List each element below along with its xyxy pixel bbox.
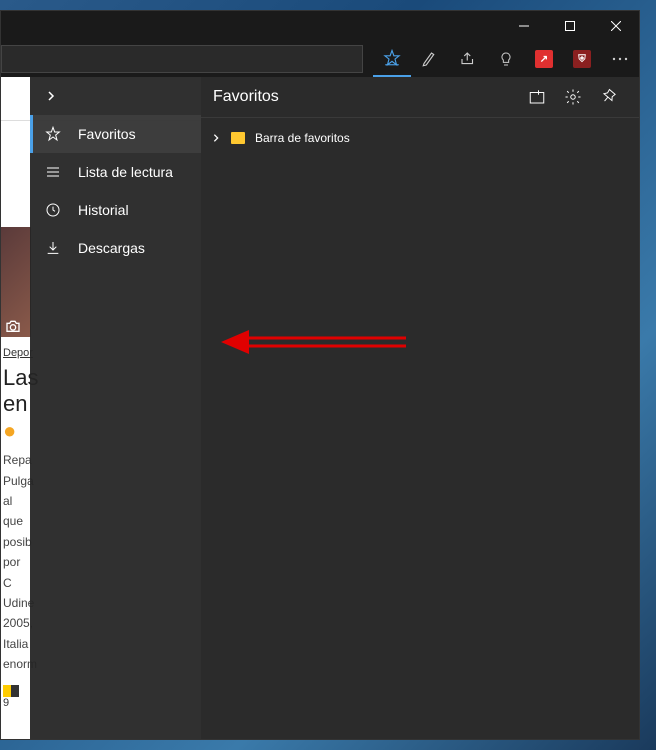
settings-button[interactable] bbox=[555, 79, 591, 115]
share-icon[interactable] bbox=[449, 41, 487, 77]
star-icon bbox=[44, 126, 62, 142]
hub-header: Favoritos bbox=[201, 77, 639, 117]
browser-window: ↗ ⛨ Depor Las en ● bbox=[0, 10, 640, 740]
article-headline: Las en ● bbox=[1, 361, 31, 448]
extension-2-icon[interactable]: ⛨ bbox=[563, 41, 601, 77]
camera-icon bbox=[5, 319, 21, 333]
favorites-bar-folder[interactable]: Barra de favoritos bbox=[201, 124, 639, 152]
folder-label: Barra de favoritos bbox=[255, 131, 350, 145]
sidebar-item-label: Lista de lectura bbox=[78, 164, 173, 180]
download-icon bbox=[44, 240, 62, 256]
hub-sidebar: Favoritos Lista de lectura Historial bbox=[30, 77, 201, 739]
annotation-arrow bbox=[221, 328, 411, 358]
sidebar-item-downloads[interactable]: Descargas bbox=[30, 229, 201, 267]
article-body: Repa Pulga al que posib por C Udine 2005… bbox=[1, 448, 31, 676]
add-folder-button[interactable] bbox=[519, 79, 555, 115]
sidebar-item-label: Favoritos bbox=[78, 126, 136, 142]
hub-main-panel: Favoritos Barra de favoritos bbox=[201, 77, 639, 739]
address-bar[interactable] bbox=[1, 45, 363, 73]
extension-1-icon[interactable]: ↗ bbox=[525, 41, 563, 77]
sidebar-item-reading-list[interactable]: Lista de lectura bbox=[30, 153, 201, 191]
favorites-hub-icon[interactable] bbox=[373, 41, 411, 77]
chevron-right-icon bbox=[211, 133, 221, 143]
article-tag[interactable]: Depor bbox=[1, 345, 31, 361]
sidebar-item-label: Historial bbox=[78, 202, 129, 218]
favorites-list: Barra de favoritos bbox=[201, 117, 639, 739]
sidebar-item-history[interactable]: Historial bbox=[30, 191, 201, 229]
maximize-button[interactable] bbox=[547, 11, 593, 41]
sidebar-item-favorites[interactable]: Favoritos bbox=[30, 115, 201, 153]
article-time: 9 bbox=[1, 676, 31, 716]
titlebar bbox=[1, 11, 639, 41]
more-icon[interactable] bbox=[601, 41, 639, 77]
tips-icon[interactable] bbox=[487, 41, 525, 77]
folder-icon bbox=[231, 132, 245, 144]
history-icon bbox=[44, 202, 62, 218]
close-button[interactable] bbox=[593, 11, 639, 41]
toolbar: ↗ ⛨ bbox=[1, 41, 639, 77]
hub-title: Favoritos bbox=[213, 88, 519, 106]
article-image bbox=[1, 227, 31, 337]
collapse-sidebar-button[interactable] bbox=[30, 77, 201, 115]
minimize-button[interactable] bbox=[501, 11, 547, 41]
notes-icon[interactable] bbox=[411, 41, 449, 77]
list-icon bbox=[44, 164, 62, 180]
sidebar-item-label: Descargas bbox=[78, 240, 145, 256]
favorites-hub: Favoritos Lista de lectura Historial bbox=[30, 77, 639, 739]
pin-button[interactable] bbox=[591, 79, 627, 115]
